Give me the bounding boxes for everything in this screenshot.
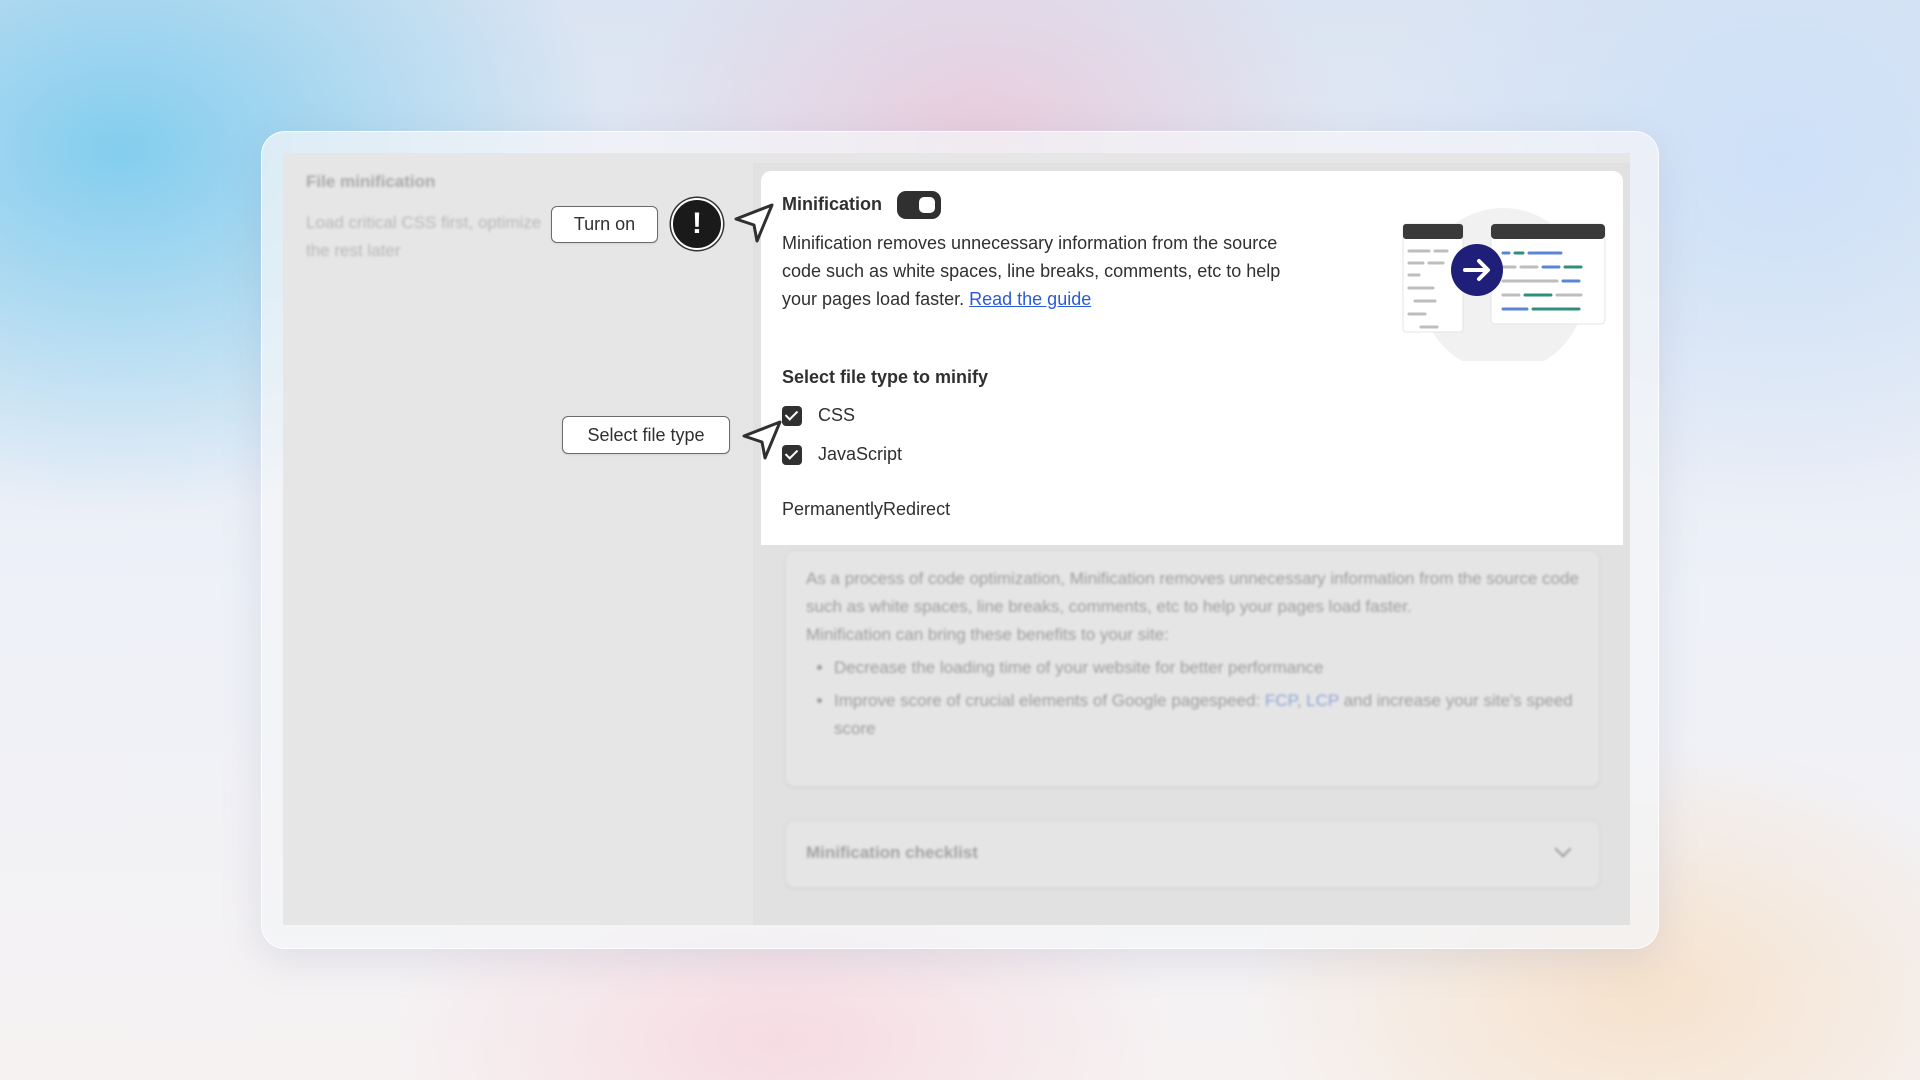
benefit-text: Improve score of crucial elements of Goo… bbox=[834, 691, 1265, 710]
arrow-right-icon bbox=[1451, 244, 1503, 296]
section-title: File minification bbox=[306, 172, 436, 191]
css-option[interactable]: CSS bbox=[782, 405, 855, 426]
chevron-down-icon[interactable] bbox=[1554, 840, 1572, 858]
list-item: Improve score of crucial elements of Goo… bbox=[834, 687, 1579, 743]
lcp-link[interactable]: LCP bbox=[1306, 691, 1339, 710]
minification-title: Minification bbox=[782, 194, 882, 214]
javascript-option-label: JavaScript bbox=[818, 444, 903, 464]
turn-on-callout: Turn on bbox=[551, 206, 658, 243]
minification-illustration bbox=[1402, 208, 1606, 361]
read-guide-link[interactable]: Read the guide bbox=[969, 289, 1091, 309]
toggle-knob bbox=[919, 197, 935, 213]
checkbox-checked-icon[interactable] bbox=[782, 444, 802, 465]
select-file-type-callout: Select file type bbox=[562, 416, 730, 454]
separator: , bbox=[1296, 691, 1307, 710]
select-file-type-label: Select file type to minify bbox=[782, 367, 989, 387]
css-option-label: CSS bbox=[818, 405, 856, 425]
section-description: Load critical CSS first, optimize the re… bbox=[306, 213, 542, 260]
fcp-link[interactable]: FCP bbox=[1265, 691, 1297, 710]
info-paragraph: Minification can bring these benefits to… bbox=[806, 625, 1169, 644]
list-item: Decrease the loading time of your websit… bbox=[834, 654, 1579, 682]
info-paragraph: As a process of code optimization, Minif… bbox=[806, 569, 1579, 616]
cursor-arrow-icon bbox=[734, 203, 774, 243]
minification-description: Minification removes unnecessary informa… bbox=[782, 229, 1282, 313]
minification-panel: Minification Minification removes unnece… bbox=[761, 171, 1623, 545]
checkbox-checked-icon[interactable] bbox=[782, 405, 802, 426]
javascript-option[interactable]: JavaScript bbox=[782, 444, 902, 465]
benefit-list: Decrease the loading time of your websit… bbox=[806, 654, 1579, 743]
info-card: As a process of code optimization, Minif… bbox=[785, 550, 1600, 787]
checklist-accordion[interactable]: Minification checklist bbox=[785, 820, 1600, 888]
cursor-arrow-icon bbox=[742, 420, 782, 460]
checklist-title: Minification checklist bbox=[806, 843, 978, 862]
alert-icon: ! bbox=[671, 198, 723, 250]
minification-toggle[interactable] bbox=[897, 191, 941, 219]
redirect-text: PermanentlyRedirect bbox=[782, 499, 951, 519]
